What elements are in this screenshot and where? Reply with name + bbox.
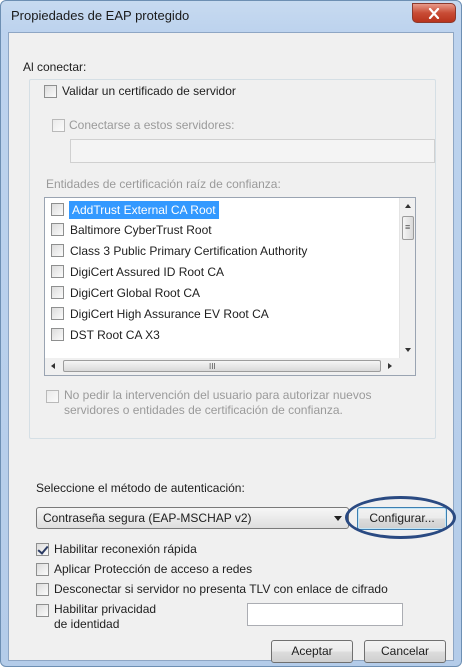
list-item[interactable]: DigiCert Global Root CA: [45, 283, 399, 303]
ca-label: DigiCert Assured ID Root CA: [70, 265, 225, 279]
ca-checkbox[interactable]: [51, 244, 64, 257]
scroll-up-icon[interactable]: [405, 204, 411, 208]
ca-label: DigiCert High Assurance EV Root CA: [70, 307, 269, 321]
connect-servers-label: Conectarse a estos servidores:: [69, 118, 235, 132]
no-prompt-checkbox[interactable]: [46, 390, 59, 403]
auth-method-value: Contraseña segura (EAP-MSCHAP v2): [43, 511, 252, 525]
connect-servers-checkbox[interactable]: [52, 119, 65, 132]
fast-reconnect-checkbox[interactable]: [36, 543, 49, 556]
title-bar[interactable]: Propiedades de EAP protegido: [1, 1, 461, 31]
identity-privacy-checkbox[interactable]: [36, 604, 49, 617]
hscroll-grip: III: [209, 362, 216, 371]
vertical-scroll-thumb[interactable]: ≡: [402, 216, 414, 240]
identity-privacy-line2: de identidad: [54, 617, 120, 631]
scroll-right-icon[interactable]: [388, 363, 392, 369]
ok-button[interactable]: Aceptar: [271, 640, 353, 663]
list-item[interactable]: AddTrust External CA Root: [45, 200, 399, 220]
chevron-down-icon: [334, 516, 342, 521]
auth-method-select[interactable]: Contraseña segura (EAP-MSCHAP v2): [36, 507, 349, 529]
vertical-scrollbar[interactable]: ≡: [399, 198, 415, 358]
ca-checkbox[interactable]: [51, 328, 64, 341]
connect-heading: Al conectar:: [23, 60, 87, 74]
list-item[interactable]: DST Root CA X3: [45, 325, 399, 345]
list-item[interactable]: DigiCert Assured ID Root CA: [45, 262, 399, 282]
ca-label: AddTrust External CA Root: [69, 201, 219, 219]
nap-checkbox[interactable]: [36, 563, 49, 576]
close-button[interactable]: [412, 3, 456, 23]
identity-privacy-line1: Habilitar privacidad: [54, 602, 157, 616]
grip-icon: ≡: [405, 222, 411, 232]
dialog-window: Propiedades de EAP protegido Al conectar…: [0, 0, 462, 667]
close-icon: [428, 7, 440, 19]
window-title: Propiedades de EAP protegido: [11, 8, 190, 23]
list-item[interactable]: Baltimore CyberTrust Root: [45, 220, 399, 240]
ca-checkbox[interactable]: [51, 265, 64, 278]
servers-input[interactable]: [70, 139, 435, 163]
disconnect-tlv-checkbox[interactable]: [36, 583, 49, 596]
scroll-left-icon[interactable]: [51, 363, 55, 369]
no-prompt-line1: No pedir la intervención del usuario par…: [64, 388, 372, 402]
ca-label: Class 3 Public Primary Certification Aut…: [70, 244, 308, 258]
horizontal-scroll-thumb[interactable]: III: [63, 360, 381, 372]
ca-list[interactable]: AddTrust External CA Root Baltimore Cybe…: [44, 197, 416, 376]
ca-label: Baltimore CyberTrust Root: [70, 223, 212, 237]
ca-checkbox[interactable]: [51, 286, 64, 299]
ca-label: DST Root CA X3: [70, 328, 160, 342]
list-item[interactable]: Class 3 Public Primary Certification Aut…: [45, 241, 399, 261]
disconnect-tlv-label: Desconectar si servidor no presenta TLV …: [54, 582, 388, 596]
validate-cert-label: Validar un certificado de servidor: [62, 84, 236, 98]
ca-label: DigiCert Global Root CA: [70, 286, 201, 300]
ca-checkbox[interactable]: [51, 307, 64, 320]
list-item[interactable]: DigiCert High Assurance EV Root CA: [45, 304, 399, 324]
auth-method-label: Seleccione el método de autenticación:: [36, 481, 245, 495]
identity-input[interactable]: [247, 603, 403, 626]
root-ca-label: Entidades de certificación raíz de confi…: [46, 177, 281, 191]
cancel-button[interactable]: Cancelar: [364, 640, 446, 663]
no-prompt-line2: servidores o entidades de certificación …: [64, 403, 343, 417]
highlight-ellipse: [345, 496, 456, 539]
scroll-corner: [399, 358, 415, 375]
ca-checkbox[interactable]: [51, 223, 64, 236]
fast-reconnect-label: Habilitar reconexión rápida: [54, 542, 197, 556]
validate-cert-text: Validar un certificado de servidor: [62, 84, 236, 98]
horizontal-scrollbar[interactable]: III: [45, 358, 399, 375]
ca-checkbox[interactable]: [51, 203, 64, 216]
dialog-body: Al conectar: Validar un certificado de s…: [8, 32, 456, 663]
validate-cert-checkbox[interactable]: [44, 85, 57, 98]
scroll-down-icon[interactable]: [405, 348, 411, 352]
nap-label: Aplicar Protección de acceso a redes: [54, 562, 253, 576]
